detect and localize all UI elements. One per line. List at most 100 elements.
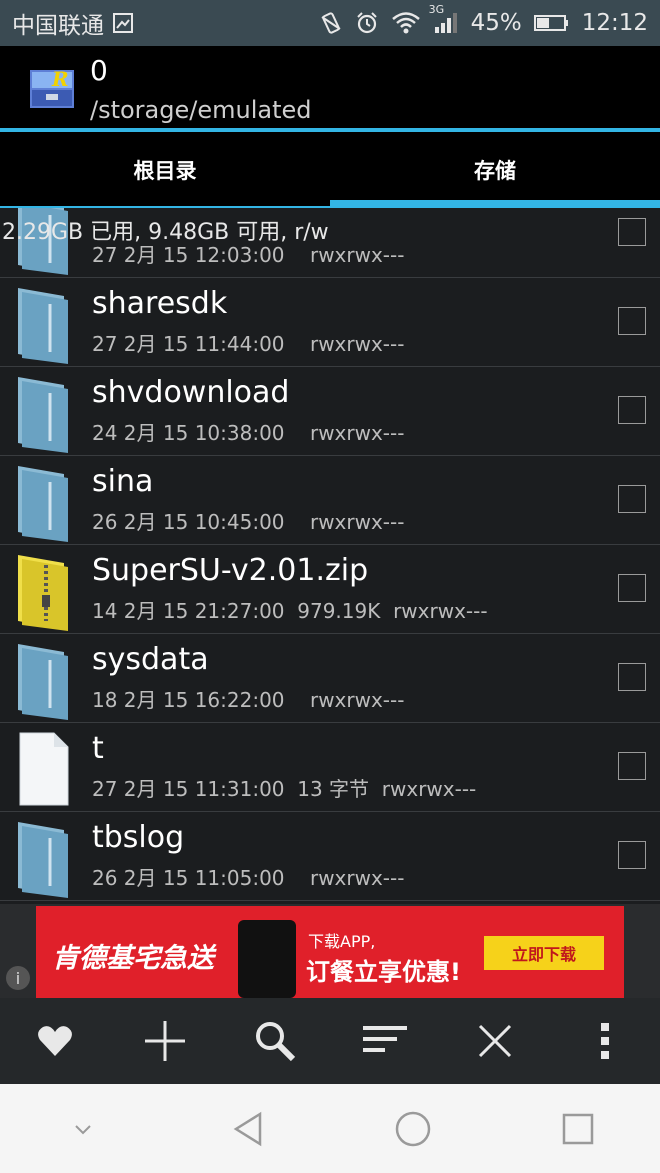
row-checkbox[interactable] (618, 752, 646, 780)
tab-root-label: 根目录 (133, 159, 197, 183)
tab-bar: 根目录 存储 (0, 132, 660, 208)
file-name: sysdata (92, 642, 209, 677)
close-icon (478, 1024, 512, 1058)
folder-icon (14, 462, 72, 542)
file-date: 26 2月 15 10:45:00 (92, 510, 285, 534)
file-date: 27 2月 15 12:03:00 (92, 243, 285, 267)
header-title: 0 (90, 54, 108, 87)
file-row[interactable]: t 27 2月 15 11:31:00 13 字节 rwxrwx--- (0, 723, 660, 812)
hide-nav-button[interactable] (48, 1094, 118, 1164)
add-button[interactable] (130, 1006, 200, 1076)
row-checkbox[interactable] (618, 218, 646, 246)
vibrate-icon (319, 11, 343, 35)
file-meta: 26 2月 15 10:45:00 rwxrwx--- (92, 506, 404, 535)
file-row[interactable]: SuperSU-v2.01.zip 14 2月 15 21:27:00 979.… (0, 545, 660, 634)
file-name: SuperSU-v2.01.zip (92, 553, 369, 588)
svg-text:R: R (51, 67, 69, 91)
row-checkbox[interactable] (618, 485, 646, 513)
file-meta: 14 2月 15 21:27:00 979.19K rwxrwx--- (92, 595, 488, 624)
file-list[interactable]: 27 2月 15 12:03:00 rwxrwx--- sharesdk 27 … (0, 208, 660, 904)
current-path: /storage/emulated (90, 96, 312, 124)
storage-info: 2.29GB 已用, 9.48GB 可用, r/w (2, 220, 329, 245)
file-row[interactable]: sina 26 2月 15 10:45:00 rwxrwx--- (0, 456, 660, 545)
file-row[interactable]: sharesdk 27 2月 15 11:44:00 rwxrwx--- (0, 278, 660, 367)
file-meta: 27 2月 15 11:31:00 13 字节 rwxrwx--- (92, 773, 476, 802)
file-date: 26 2月 15 11:05:00 (92, 866, 285, 890)
recents-button[interactable] (543, 1094, 613, 1164)
home-icon (395, 1111, 430, 1146)
file-date: 14 2月 15 21:27:00 (92, 599, 285, 623)
status-bar: 中国联通 3G 45% 12:12 (0, 0, 660, 46)
file-perms: rwxrwx--- (309, 332, 405, 356)
ad-line1: 下载APP, (308, 932, 376, 951)
chevron-down-icon (74, 1124, 91, 1134)
folder-icon (14, 284, 72, 364)
file-perms: rwxrwx--- (309, 510, 405, 534)
file-perms: rwxrwx--- (309, 866, 405, 890)
folder-icon (14, 373, 72, 453)
ad-area: 肯德基宅急送 下载APP, 订餐立享优惠! 立即下载 i (0, 904, 660, 998)
file-name: sina (92, 464, 154, 499)
more-button[interactable] (570, 1006, 640, 1076)
bottom-toolbar (0, 998, 660, 1084)
document-icon (14, 729, 72, 809)
file-meta: 27 2月 15 11:44:00 rwxrwx--- (92, 328, 404, 357)
ad-download-button[interactable]: 立即下载 (484, 936, 604, 970)
search-button[interactable] (240, 1006, 310, 1076)
network-label: 3G (428, 3, 445, 16)
battery-icon (533, 14, 570, 32)
phone-image (238, 920, 296, 998)
file-date: 24 2月 15 10:38:00 (92, 421, 285, 445)
file-size: 979.19K (297, 599, 381, 623)
screenshot-icon (112, 12, 134, 34)
folder-icon (14, 818, 72, 898)
row-checkbox[interactable] (618, 396, 646, 424)
file-perms: rwxrwx--- (309, 243, 405, 267)
file-meta: 24 2月 15 10:38:00 rwxrwx--- (92, 417, 404, 446)
ad-banner[interactable]: 肯德基宅急送 下载APP, 订餐立享优惠! 立即下载 (36, 906, 624, 998)
row-checkbox[interactable] (618, 307, 646, 335)
file-perms: rwxrwx--- (393, 599, 488, 623)
sort-icon (363, 1026, 407, 1052)
file-perms: rwxrwx--- (381, 777, 477, 801)
tab-storage-label: 存储 (474, 159, 516, 183)
sort-button[interactable] (350, 1006, 420, 1076)
tab-root[interactable]: 根目录 (0, 132, 330, 208)
row-checkbox[interactable] (618, 841, 646, 869)
close-button[interactable] (460, 1006, 530, 1076)
file-date: 27 2月 15 11:31:00 (92, 777, 285, 801)
row-checkbox[interactable] (618, 663, 646, 691)
file-row[interactable]: shvdownload 24 2月 15 10:38:00 rwxrwx--- (0, 367, 660, 456)
system-nav-bar (0, 1084, 660, 1173)
home-button[interactable] (378, 1094, 448, 1164)
back-button[interactable] (213, 1094, 283, 1164)
wifi-icon (391, 11, 421, 35)
plus-icon (145, 1021, 185, 1061)
file-row[interactable]: sysdata 18 2月 15 16:22:00 rwxrwx--- (0, 634, 660, 723)
ad-line2: 订餐立享优惠! (306, 958, 461, 986)
file-date: 27 2月 15 11:44:00 (92, 332, 285, 356)
folder-icon (14, 640, 72, 720)
file-name: t (92, 731, 104, 766)
more-icon (601, 1023, 609, 1059)
zip-archive-icon (14, 551, 72, 631)
file-perms: rwxrwx--- (309, 421, 405, 445)
row-checkbox[interactable] (618, 574, 646, 602)
app-logo-icon[interactable]: R (28, 64, 76, 110)
back-icon (233, 1111, 261, 1146)
search-icon (256, 1022, 296, 1062)
file-meta: 26 2月 15 11:05:00 rwxrwx--- (92, 862, 404, 891)
info-icon[interactable]: i (6, 966, 30, 990)
favorite-button[interactable] (20, 1006, 90, 1076)
file-row[interactable]: tbslog 26 2月 15 11:05:00 rwxrwx--- (0, 812, 660, 901)
signal-icon: 3G (429, 3, 459, 35)
app-header: R 0 /storage/emulated (0, 46, 660, 128)
file-name: shvdownload (92, 375, 290, 410)
file-name: tbslog (92, 820, 185, 855)
file-perms: rwxrwx--- (309, 688, 405, 712)
alarm-icon (355, 11, 379, 35)
heart-icon (38, 1026, 72, 1056)
file-date: 18 2月 15 16:22:00 (92, 688, 285, 712)
file-size: 13 字节 (297, 777, 370, 801)
tab-storage[interactable]: 存储 (330, 132, 660, 208)
